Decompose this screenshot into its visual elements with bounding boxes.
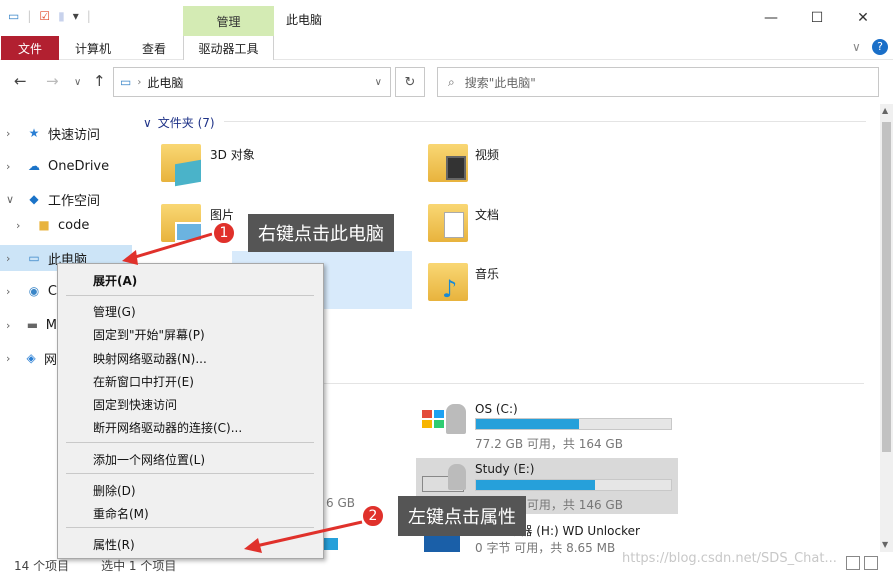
- step1-badge: 1: [212, 221, 236, 245]
- step2-badge: 2: [361, 504, 385, 528]
- step2-callout: 左键点击属性: [398, 496, 526, 536]
- annotation-arrows: [122, 232, 363, 553]
- step1-callout: 右键点击此电脑: [248, 214, 394, 252]
